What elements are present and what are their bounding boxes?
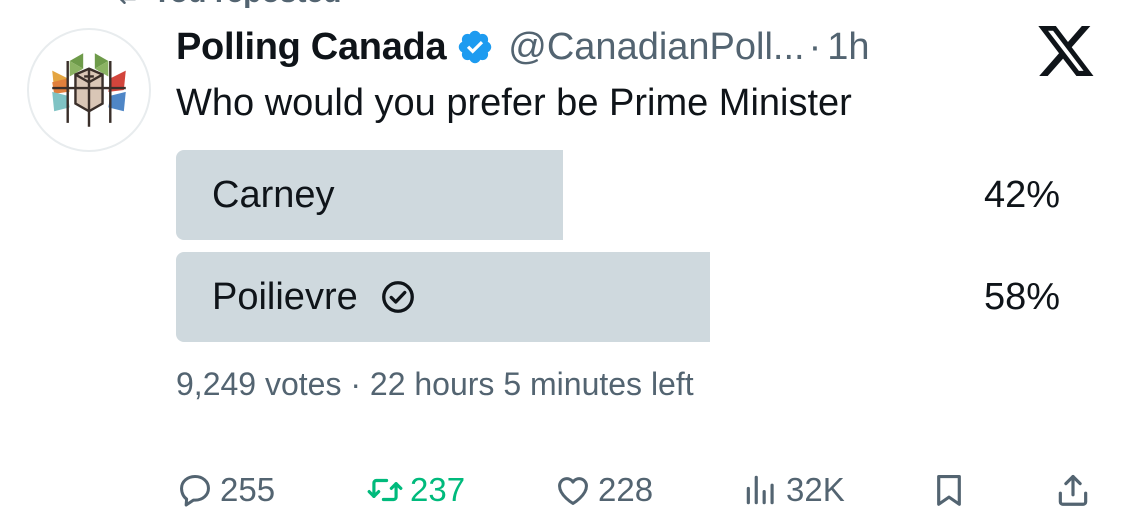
- author-handle[interactable]: @CanadianPoll...: [508, 26, 804, 69]
- poll-meta: 9,249 votes · 22 hours 5 minutes left: [176, 366, 694, 402]
- action-bar: 255 237 228 32K: [176, 462, 1096, 518]
- poll-option-label: Carney: [212, 150, 335, 240]
- poll-option-carney[interactable]: Carney 42%: [176, 150, 1066, 240]
- reply-button[interactable]: 255: [176, 462, 275, 518]
- poll-option-poilievre[interactable]: Poilievre 58%: [176, 252, 1066, 342]
- check-circle-icon: [380, 279, 416, 315]
- repost-icon: [112, 0, 142, 12]
- repost-icon: [367, 478, 403, 502]
- repost-banner: You reposted: [112, 0, 341, 10]
- tweet-text: Who would you prefer be Prime Minister: [176, 82, 852, 124]
- heart-icon: [558, 477, 588, 505]
- repost-count: 237: [410, 471, 466, 508]
- views-button[interactable]: 32K: [742, 462, 845, 518]
- repost-button[interactable]: 237: [366, 462, 465, 518]
- reply-count: 255: [220, 471, 276, 508]
- repost-banner-label: You reposted: [152, 0, 341, 10]
- share-button[interactable]: [1054, 462, 1092, 518]
- poll-option-text: Carney: [212, 173, 335, 216]
- views-icon: [746, 475, 774, 505]
- like-button[interactable]: 228: [554, 462, 653, 518]
- bookmark-icon: [937, 474, 961, 506]
- reply-icon: [180, 475, 210, 507]
- poll-option-label: Poilievre: [212, 252, 416, 342]
- tweet-header: Polling Canada @CanadianPoll... · 1h: [176, 20, 870, 74]
- like-count: 228: [598, 471, 654, 508]
- poll-option-percent: 42%: [983, 173, 1060, 216]
- bookmark-button[interactable]: [930, 462, 968, 518]
- header-separator: ·: [808, 25, 822, 68]
- share-icon: [1058, 474, 1088, 506]
- poll-option-percent: 58%: [983, 275, 1060, 318]
- poll-option-text: Poilievre: [212, 275, 358, 318]
- author-display-name[interactable]: Polling Canada: [176, 26, 447, 69]
- avatar[interactable]: [27, 28, 151, 152]
- tweet-timestamp[interactable]: 1h: [827, 26, 869, 69]
- x-logo-icon: [1038, 26, 1094, 76]
- views-count: 32K: [786, 471, 845, 508]
- verified-badge-icon[interactable]: [456, 28, 494, 66]
